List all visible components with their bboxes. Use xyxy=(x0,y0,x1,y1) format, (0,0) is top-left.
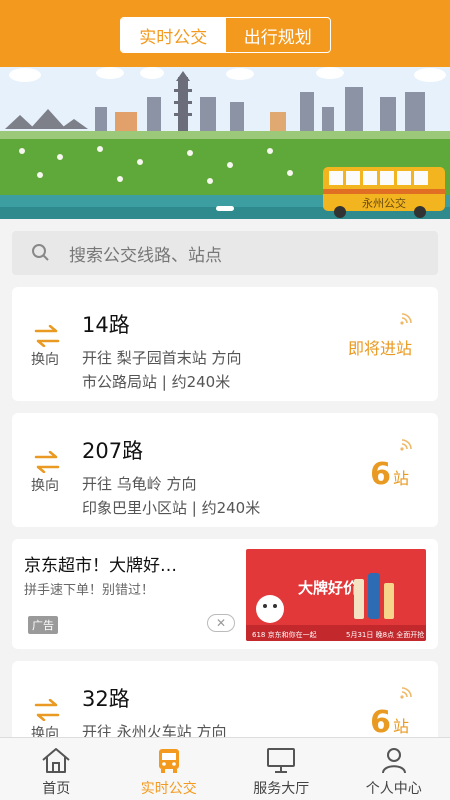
banner-page-indicator xyxy=(216,206,234,211)
live-signal-icon xyxy=(400,313,412,325)
route-name: 14路 xyxy=(82,313,130,337)
bus-icon xyxy=(158,749,179,773)
stops-away: 6 站 xyxy=(370,705,409,740)
ad-banner[interactable]: 京东超市！大牌好… 拼手速下单！别错过！ 广告 ✕ 大牌好价 618 京东和你在… xyxy=(12,539,438,649)
ad-image[interactable]: 大牌好价 618 京东和你在一起 5月31日 晚8点 全面开抢 xyxy=(246,549,426,641)
home-icon xyxy=(42,748,70,773)
live-signal-icon xyxy=(400,439,412,451)
tab-profile-label: 个人中心 xyxy=(365,781,422,797)
ad-image-footer-left: 618 京东和你在一起 xyxy=(252,630,317,639)
swap-direction-icon[interactable] xyxy=(32,451,62,473)
bottom-tab-bar: 首页 实时公交 服务大厅 个人中心 xyxy=(0,737,450,800)
ad-close-button[interactable]: ✕ xyxy=(207,614,235,632)
search-bar[interactable]: 搜索公交线路、站点 xyxy=(12,231,438,275)
bus-line-card[interactable]: 换向 207路 开往 乌龟岭 方向 印象巴里小区站 | 约240米 6 站 xyxy=(12,413,438,527)
stops-count: 6 xyxy=(370,457,391,492)
monitor-icon xyxy=(267,748,296,773)
svg-text:永州公交: 永州公交 xyxy=(362,196,406,210)
stops-count: 6 xyxy=(370,705,391,740)
tab-service-hall-label: 服务大厅 xyxy=(253,781,310,797)
ad-subtitle: 拼手速下单！别错过！ xyxy=(24,583,155,598)
ad-title: 京东超市！大牌好… xyxy=(24,556,177,576)
swap-label[interactable]: 换向 xyxy=(31,475,59,495)
ad-tag: 广告 xyxy=(28,616,58,634)
tab-service-hall[interactable]: 服务大厅 xyxy=(225,738,338,800)
nearest-stop: 市公路局站 | 约240米 xyxy=(82,373,231,391)
nearest-stop: 印象巴里小区站 | 约240米 xyxy=(82,499,261,517)
ad-image-headline: 大牌好价 xyxy=(298,579,359,597)
live-signal-icon xyxy=(400,687,412,699)
tab-realtime[interactable]: 实时公交 xyxy=(113,738,226,800)
banner-illustration: 永州公交 xyxy=(0,67,450,219)
tab-trip-planning[interactable]: 出行规划 xyxy=(226,18,331,52)
tab-home[interactable]: 首页 xyxy=(0,738,113,800)
arrival-status: 即将进站 xyxy=(347,339,412,358)
route-name: 207路 xyxy=(82,439,144,463)
bus-line-card[interactable]: 换向 14路 开往 梨子园首末站 方向 市公路局站 | 约240米 即将进站 xyxy=(12,287,438,401)
person-icon xyxy=(381,748,406,774)
swap-direction-icon[interactable] xyxy=(32,325,62,347)
tab-profile[interactable]: 个人中心 xyxy=(338,738,450,800)
search-placeholder: 搜索公交线路、站点 xyxy=(69,245,222,266)
route-name: 32路 xyxy=(82,687,130,711)
tab-home-label: 首页 xyxy=(42,781,71,797)
mode-switch: 实时公交 出行规划 xyxy=(120,17,331,53)
search-icon xyxy=(32,244,49,261)
route-direction: 开往 乌龟岭 方向 xyxy=(82,475,197,493)
stops-unit: 站 xyxy=(392,469,409,488)
tab-realtime-label: 实时公交 xyxy=(140,781,197,797)
route-direction: 开往 梨子园首末站 方向 xyxy=(82,349,242,367)
top-header: 实时公交 出行规划 xyxy=(0,0,450,67)
stops-away: 6 站 xyxy=(370,457,409,492)
city-banner[interactable]: 永州公交 xyxy=(0,67,450,219)
tab-realtime-bus[interactable]: 实时公交 xyxy=(121,18,226,52)
swap-label[interactable]: 换向 xyxy=(31,349,59,369)
stops-unit: 站 xyxy=(392,717,409,736)
swap-direction-icon[interactable] xyxy=(32,699,62,721)
ad-image-footer-right: 5月31日 晚8点 全面开抢 xyxy=(346,630,424,639)
